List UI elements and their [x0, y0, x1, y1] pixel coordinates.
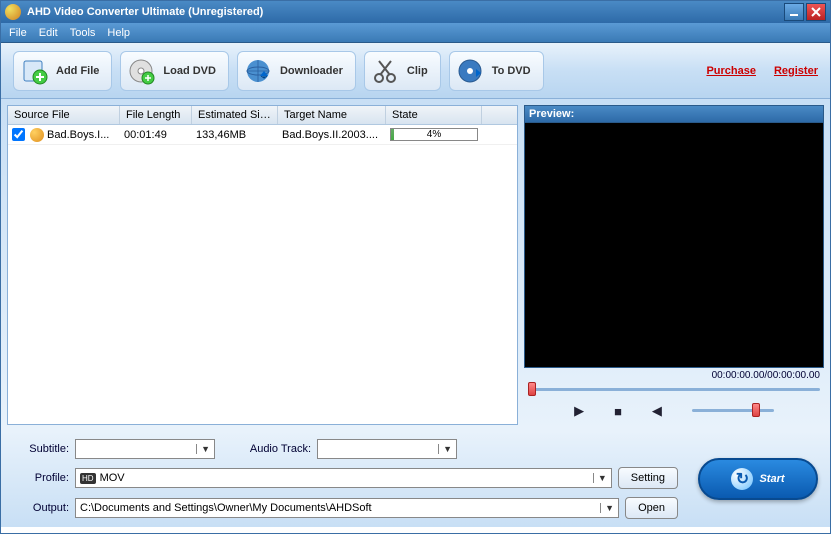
- table-header: Source File File Length Estimated Size T…: [8, 106, 517, 125]
- audiotrack-label: Audio Track:: [221, 443, 311, 455]
- play-button[interactable]: ▶: [574, 403, 584, 419]
- preview-label: Preview:: [524, 105, 824, 122]
- file-icon: [30, 128, 44, 142]
- col-length[interactable]: File Length: [120, 106, 192, 124]
- profile-select[interactable]: HDMOV ▼: [75, 468, 612, 488]
- menu-edit[interactable]: Edit: [39, 27, 58, 39]
- progress-bar: 4%: [390, 128, 478, 141]
- preview-time: 00:00:00.00/00:00:00.00: [524, 368, 824, 383]
- title-bar: AHD Video Converter Ultimate (Unregister…: [1, 1, 830, 23]
- add-file-icon: [18, 55, 50, 87]
- close-button[interactable]: [806, 3, 826, 21]
- profile-label: Profile:: [13, 472, 69, 484]
- clip-icon: [369, 55, 401, 87]
- clip-label: Clip: [407, 65, 428, 77]
- menu-file[interactable]: File: [9, 27, 27, 39]
- output-select[interactable]: C:\Documents and Settings\Owner\My Docum…: [75, 498, 619, 518]
- col-size[interactable]: Estimated Size: [192, 106, 278, 124]
- to-dvd-icon: [454, 55, 486, 87]
- subtitle-select[interactable]: ▼: [75, 439, 215, 459]
- load-dvd-label: Load DVD: [163, 65, 216, 77]
- menu-help[interactable]: Help: [107, 27, 130, 39]
- downloader-button[interactable]: Downloader: [237, 51, 356, 91]
- cell-source: Bad.Boys.I...: [47, 129, 109, 141]
- cell-size: 133,46MB: [196, 129, 246, 141]
- downloader-label: Downloader: [280, 65, 343, 77]
- load-dvd-button[interactable]: Load DVD: [120, 51, 229, 91]
- audiotrack-select[interactable]: ▼: [317, 439, 457, 459]
- toolbar: Add File Load DVD Downloader Clip To DVD…: [1, 43, 830, 99]
- load-dvd-icon: [125, 55, 157, 87]
- file-table: Source File File Length Estimated Size T…: [7, 105, 518, 425]
- register-link[interactable]: Register: [774, 65, 818, 77]
- preview-video[interactable]: [524, 122, 824, 368]
- seek-slider[interactable]: [528, 385, 820, 395]
- stop-button[interactable]: ■: [614, 404, 622, 419]
- add-file-label: Add File: [56, 65, 99, 77]
- to-dvd-label: To DVD: [492, 65, 531, 77]
- open-button[interactable]: Open: [625, 497, 678, 519]
- minimize-button[interactable]: [784, 3, 804, 21]
- row-checkbox[interactable]: [12, 128, 25, 141]
- menu-bar: File Edit Tools Help: [1, 23, 830, 43]
- output-label: Output:: [13, 502, 69, 514]
- to-dvd-button[interactable]: To DVD: [449, 51, 544, 91]
- menu-tools[interactable]: Tools: [70, 27, 96, 39]
- table-body: Bad.Boys.I... 00:01:49 133,46MB Bad.Boys…: [8, 125, 517, 424]
- start-label: Start: [759, 473, 784, 485]
- add-file-button[interactable]: Add File: [13, 51, 112, 91]
- bottom-panel: Subtitle: ▼ Audio Track: ▼ Profile: HDMO…: [1, 431, 830, 527]
- progress-text: 4%: [391, 129, 477, 140]
- col-state[interactable]: State: [386, 106, 482, 124]
- start-button[interactable]: ↻ Start: [698, 458, 818, 500]
- setting-button[interactable]: Setting: [618, 467, 678, 489]
- hd-badge-icon: HD: [80, 473, 96, 484]
- table-row[interactable]: Bad.Boys.I... 00:01:49 133,46MB Bad.Boys…: [8, 125, 517, 145]
- window-title: AHD Video Converter Ultimate (Unregister…: [27, 6, 784, 18]
- preview-pane: Preview: 00:00:00.00/00:00:00.00 ▶ ■ ◀: [524, 105, 824, 425]
- mute-button[interactable]: ◀: [652, 403, 662, 419]
- col-source[interactable]: Source File: [8, 106, 120, 124]
- cell-length: 00:01:49: [124, 129, 167, 141]
- app-logo-icon: [5, 4, 21, 20]
- subtitle-label: Subtitle:: [13, 443, 69, 455]
- start-icon: ↻: [731, 468, 753, 490]
- volume-slider[interactable]: [692, 406, 774, 416]
- clip-button[interactable]: Clip: [364, 51, 441, 91]
- downloader-icon: [242, 55, 274, 87]
- purchase-link[interactable]: Purchase: [706, 65, 756, 77]
- cell-target: Bad.Boys.II.2003....: [282, 129, 378, 141]
- col-target[interactable]: Target Name: [278, 106, 386, 124]
